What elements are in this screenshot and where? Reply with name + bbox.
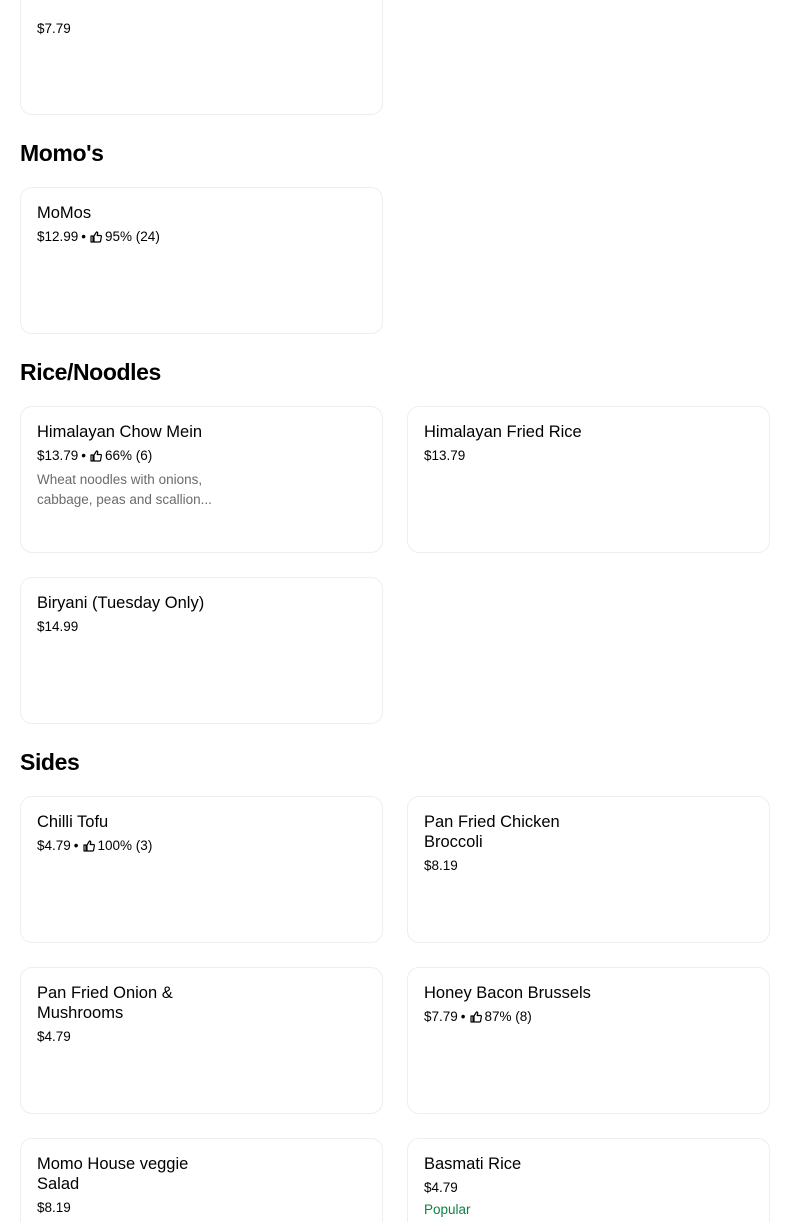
item-price: $13.79 xyxy=(37,448,79,463)
menu-item-card[interactable]: Himalayan Fried Rice $13.79 xyxy=(407,406,770,553)
item-name: Pan Fried Onion & Mushrooms xyxy=(37,984,173,1022)
item-name: Momo House veggie Salad xyxy=(37,1155,189,1193)
item-price: $12.99 xyxy=(37,229,79,244)
separator: • xyxy=(460,1009,466,1024)
item-rating: 87% (8) xyxy=(484,1009,532,1024)
item-price: $8.19 xyxy=(424,858,458,873)
item-meta: $7.79 • 87% (8) xyxy=(424,1008,753,1026)
item-price: $13.79 xyxy=(424,448,466,463)
item-price: $8.19 xyxy=(37,1200,71,1215)
separator: • xyxy=(73,838,79,853)
item-meta: $12.99 • 95% (24) xyxy=(37,228,366,246)
item-meta: $8.19 xyxy=(37,1199,366,1217)
thumbs-up-icon xyxy=(469,1011,482,1023)
thumbs-up-icon xyxy=(90,231,103,243)
item-name: Pan Fried Chicken Broccoli xyxy=(424,813,560,851)
item-meta: $4.79 xyxy=(37,1028,366,1046)
item-price: $7.79 xyxy=(37,21,71,36)
item-rating: 95% (24) xyxy=(105,229,160,244)
item-meta: $14.99 xyxy=(37,618,366,636)
item-rating: 66% (6) xyxy=(105,448,153,463)
menu-item-card[interactable]: MoMos $12.99 • 95% (24) xyxy=(20,187,383,334)
item-price: $4.79 xyxy=(37,1029,71,1044)
menu-item-card[interactable]: $7.79 xyxy=(20,0,383,115)
item-price: $4.79 xyxy=(424,1180,458,1195)
item-meta: $4.79 • 100% (3) xyxy=(37,837,366,855)
item-meta: $7.79 xyxy=(37,20,366,38)
item-meta: $13.79 • 66% (6) xyxy=(37,447,366,465)
separator: • xyxy=(81,229,87,244)
menu-item-card[interactable]: Basmati Rice $4.79 Popular xyxy=(407,1138,770,1222)
item-name: Chilli Tofu xyxy=(37,813,109,831)
item-description: Wheat noodles with onions, cabbage, peas… xyxy=(37,472,212,507)
item-name: MoMos xyxy=(37,204,92,222)
item-name: Himalayan Chow Mein xyxy=(37,423,203,441)
item-meta: $4.79 xyxy=(424,1179,753,1197)
menu-item-card[interactable]: Himalayan Chow Mein $13.79 • 66% (6) Whe… xyxy=(20,406,383,553)
popular-badge: Popular xyxy=(424,1202,471,1217)
item-name: Basmati Rice xyxy=(424,1155,522,1173)
item-meta: $13.79 xyxy=(424,447,753,465)
section-title-momos: Momo's xyxy=(20,140,104,166)
menu-page: $7.79 Momo's MoMos $12.99 • 95% (24) Ric… xyxy=(0,0,804,1222)
item-price: $14.99 xyxy=(37,619,79,634)
item-price: $4.79 xyxy=(37,838,71,853)
menu-item-card[interactable]: Chilli Tofu $4.79 • 100% (3) xyxy=(20,796,383,943)
menu-item-card[interactable]: Biryani (Tuesday Only) $14.99 xyxy=(20,577,383,724)
item-meta: $8.19 xyxy=(424,857,753,875)
menu-item-card[interactable]: Pan Fried Onion & Mushrooms $4.79 xyxy=(20,967,383,1114)
item-price: $7.79 xyxy=(424,1009,458,1024)
menu-item-card[interactable]: Momo House veggie Salad $8.19 xyxy=(20,1138,383,1222)
separator: • xyxy=(81,448,87,463)
item-name: Biryani (Tuesday Only) xyxy=(37,594,205,612)
item-name: Himalayan Fried Rice xyxy=(424,423,582,441)
menu-item-card[interactable]: Honey Bacon Brussels $7.79 • 87% (8) xyxy=(407,967,770,1114)
section-title-sides: Sides xyxy=(20,749,80,775)
item-rating: 100% (3) xyxy=(97,838,153,853)
thumbs-up-icon xyxy=(82,840,95,852)
item-name: Honey Bacon Brussels xyxy=(424,984,591,1002)
menu-item-card[interactable]: Pan Fried Chicken Broccoli $8.19 xyxy=(407,796,770,943)
section-title-rice-noodles: Rice/Noodles xyxy=(20,359,161,385)
thumbs-up-icon xyxy=(90,450,103,462)
